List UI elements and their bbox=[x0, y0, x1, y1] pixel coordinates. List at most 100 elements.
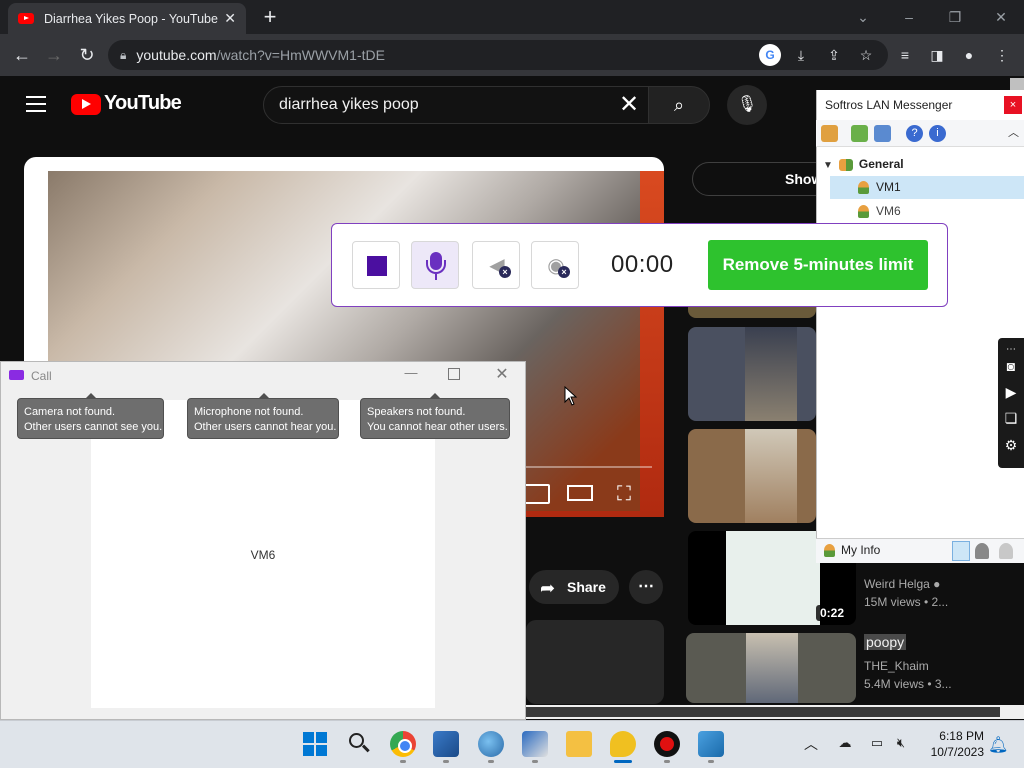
user-vm6[interactable]: VM6 bbox=[858, 204, 901, 219]
recorder-app-icon[interactable] bbox=[654, 731, 680, 757]
user-group-general[interactable]: ▼ General bbox=[823, 157, 904, 171]
video-record-icon[interactable]: ▶ bbox=[1001, 382, 1021, 402]
user-online-icon bbox=[858, 205, 869, 219]
minimize-button[interactable]: – bbox=[886, 4, 932, 30]
network-status-icon[interactable]: ▭ bbox=[868, 734, 886, 752]
running-indicator bbox=[708, 760, 714, 763]
youtube-search-input[interactable]: diarrhea yikes poop bbox=[263, 86, 649, 124]
tab-close-icon[interactable]: ✕ bbox=[224, 10, 236, 27]
chevron-down-icon: ▼ bbox=[823, 160, 833, 171]
group-icon bbox=[838, 158, 853, 171]
settings-gear-icon[interactable]: ⚙ bbox=[1001, 435, 1021, 455]
notification-bell-icon[interactable]: 🔔︎ bbox=[988, 735, 1008, 755]
active-app-indicator bbox=[614, 760, 632, 763]
taskbar-search-icon[interactable] bbox=[346, 731, 372, 757]
media-control-icon[interactable]: ≡ bbox=[894, 44, 916, 66]
call-maximize-button[interactable] bbox=[448, 368, 460, 380]
horizontal-scrollbar-thumb[interactable] bbox=[526, 707, 1000, 717]
camera-not-found-tooltip: Camera not found. Other users cannot see … bbox=[17, 393, 164, 439]
history-icon[interactable] bbox=[874, 125, 891, 142]
voice-search-microphone-icon[interactable]: 🎙︎ bbox=[727, 85, 767, 125]
my-info-button[interactable]: My Info bbox=[824, 543, 880, 558]
install-icon[interactable]: ⤓ bbox=[790, 44, 812, 66]
chrome-app-icon[interactable] bbox=[390, 731, 416, 757]
forward-arrow-icon[interactable]: → bbox=[42, 43, 66, 67]
video-views: 5.4M views • 3... bbox=[864, 677, 952, 691]
speaker-toggle-button[interactable]: ◀ × bbox=[472, 241, 520, 289]
google-lens-icon[interactable]: G bbox=[759, 44, 781, 66]
call-close-button[interactable]: ✕ bbox=[492, 364, 512, 384]
file-explorer-icon[interactable] bbox=[566, 731, 592, 757]
new-tab-button[interactable]: + bbox=[258, 5, 282, 29]
user-vm1[interactable]: VM1 bbox=[858, 180, 901, 195]
close-window-button[interactable]: ✕ bbox=[978, 4, 1024, 30]
url-path: /watch?v=HmWWVM1-tDE bbox=[216, 47, 385, 63]
messenger-close-button[interactable]: × bbox=[1004, 96, 1022, 114]
youtube-logo-text[interactable]: YouTube bbox=[104, 92, 182, 115]
bookmark-star-icon[interactable]: ☆ bbox=[855, 44, 877, 66]
collapse-chevron-icon[interactable]: ︿ bbox=[1005, 125, 1022, 142]
info-icon[interactable]: i bbox=[929, 125, 946, 142]
video-views: 15M views • 2... bbox=[864, 595, 949, 609]
fullscreen-icon[interactable]: ⛶ bbox=[617, 483, 631, 506]
recommendation-thumbnail[interactable] bbox=[688, 327, 816, 421]
webcam-toggle-button[interactable]: ◉ × bbox=[531, 241, 579, 289]
stop-recording-button[interactable] bbox=[352, 241, 400, 289]
speakers-not-found-tooltip: Speakers not found. You cannot hear other… bbox=[360, 393, 510, 439]
status-available-icon[interactable] bbox=[952, 541, 970, 561]
recommendation-thumbnail[interactable] bbox=[686, 633, 856, 703]
youtube-logo-icon[interactable] bbox=[71, 94, 101, 115]
taskbar-clock[interactable]: 6:18 PM 10/7/2023 bbox=[924, 728, 984, 760]
channel-name[interactable]: Weird Helga ● bbox=[864, 577, 940, 591]
microphone-toggle-button[interactable] bbox=[411, 241, 459, 289]
windows-start-icon[interactable] bbox=[302, 731, 328, 757]
virtualbox-app-icon[interactable] bbox=[433, 731, 459, 757]
running-indicator bbox=[532, 760, 538, 763]
volume-muted-icon[interactable]: 🔇︎ bbox=[892, 734, 910, 752]
status-offline-icon[interactable] bbox=[999, 543, 1013, 559]
certificate-app-icon[interactable] bbox=[522, 731, 548, 757]
screenshot-camera-icon[interactable]: ◙ bbox=[1001, 356, 1021, 376]
settings-gear-icon[interactable] bbox=[821, 125, 838, 142]
reload-icon[interactable]: ↻ bbox=[75, 43, 99, 67]
status-away-icon[interactable] bbox=[975, 543, 989, 559]
recommendation-thumbnail[interactable] bbox=[688, 429, 816, 523]
folder-icon[interactable] bbox=[851, 125, 868, 142]
theater-mode-icon[interactable] bbox=[567, 485, 593, 501]
browser-tab[interactable]: Diarrhea Yikes Poop - YouTube ✕ bbox=[8, 3, 246, 34]
globe-app-icon[interactable] bbox=[478, 731, 504, 757]
softros-messenger-app-icon[interactable] bbox=[610, 731, 636, 757]
network-app-icon[interactable] bbox=[698, 731, 724, 757]
chrome-menu-icon[interactable]: ⋮ bbox=[991, 44, 1013, 66]
channel-name[interactable]: THE_Khaim bbox=[864, 659, 929, 673]
restore-button[interactable]: ❐ bbox=[932, 4, 978, 30]
video-duration: 0:22 bbox=[815, 605, 848, 621]
profile-icon[interactable]: ● bbox=[958, 44, 980, 66]
speaker-muted-icon: ◀ bbox=[489, 255, 505, 277]
share-page-icon[interactable]: ⇪ bbox=[823, 44, 845, 66]
call-window-title: Call bbox=[31, 369, 52, 383]
remove-limit-button[interactable]: Remove 5-minutes limit bbox=[708, 240, 928, 290]
call-minimize-button[interactable]: — bbox=[400, 365, 422, 385]
running-indicator bbox=[488, 760, 494, 763]
more-actions-button[interactable]: ⋯ bbox=[629, 570, 663, 604]
youtube-search-button[interactable]: ⌕ bbox=[648, 86, 710, 124]
show-chat-button[interactable]: Show bbox=[692, 162, 832, 196]
windows-icon[interactable]: ❏ bbox=[1001, 408, 1021, 428]
help-icon[interactable]: ? bbox=[906, 125, 923, 142]
side-panel-icon[interactable]: ◨ bbox=[926, 44, 948, 66]
description-box[interactable] bbox=[526, 620, 664, 704]
hamburger-menu-icon[interactable] bbox=[26, 96, 46, 112]
remote-peer-name: VM6 bbox=[250, 548, 276, 562]
video-progress-bar[interactable] bbox=[520, 466, 652, 468]
tab-search-icon[interactable]: ⌄ bbox=[840, 4, 886, 30]
share-arrow-icon: ➦ bbox=[540, 578, 556, 598]
running-indicator bbox=[400, 760, 406, 763]
back-arrow-icon[interactable]: ← bbox=[10, 43, 34, 67]
user-online-icon bbox=[858, 181, 869, 195]
video-title[interactable]: poopy bbox=[864, 634, 907, 650]
cloud-sync-icon[interactable]: ☁ bbox=[836, 734, 854, 752]
show-hidden-icons-chevron[interactable]: ︿ bbox=[804, 734, 818, 754]
recorder-side-toolbar: ⋯ ◙ ▶ ❏ ⚙ bbox=[998, 338, 1024, 468]
clear-search-icon[interactable]: ✕ bbox=[619, 92, 639, 118]
